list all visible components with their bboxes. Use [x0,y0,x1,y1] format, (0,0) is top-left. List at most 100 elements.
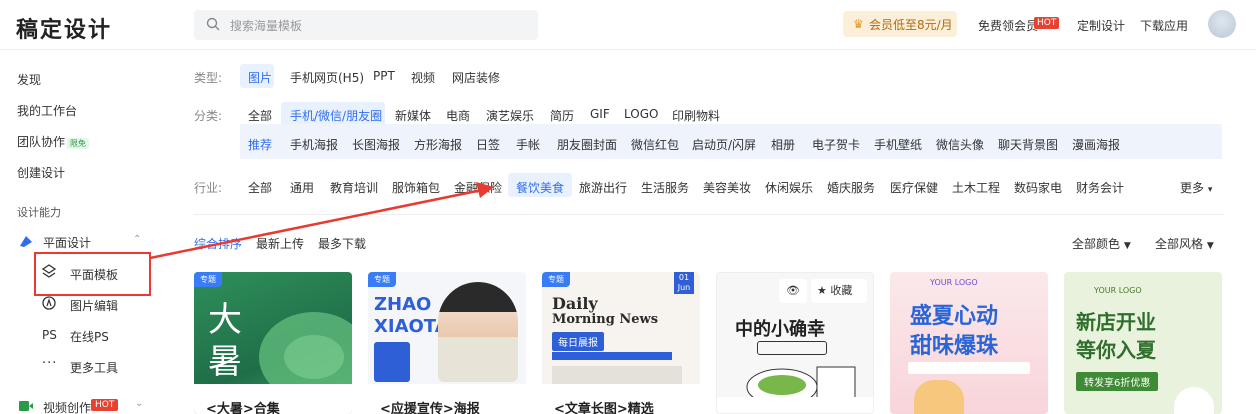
search-bar[interactable]: 搜索海量模板 [194,10,538,40]
sort-option[interactable]: 最多下载 [318,235,366,252]
vip-promo-button[interactable]: ♛ 会员低至8元/月 [843,11,957,37]
subcategory-item[interactable]: 手机壁纸 [874,136,922,153]
category-item[interactable]: 全部 [248,107,272,124]
industry-item[interactable]: 美容美妆 [703,179,751,196]
category-item[interactable]: 简历 [550,107,574,124]
chevron-up-icon[interactable]: ⌃ [133,234,141,245]
industry-item[interactable]: 服饰箱包 [392,179,440,196]
sidebar-item-team[interactable]: 团队协作 [17,133,65,150]
category-item[interactable]: 印刷物料 [672,107,720,124]
template-card[interactable]: YOUR LOGO 新店开业 等你入夏 转发享6折优惠 [1064,272,1222,414]
sort-option[interactable]: 最新上传 [256,235,304,252]
industry-item[interactable]: 婚庆服务 [827,179,875,196]
card-label-box [757,341,827,355]
hot-badge: HOT [1034,17,1060,29]
user-avatar[interactable] [1208,10,1236,38]
industry-item[interactable]: 旅游出行 [579,179,627,196]
search-placeholder: 搜索海量模板 [230,19,303,33]
caret-down-icon: ▼ [1206,241,1214,251]
preview-button[interactable]: 👁 [779,279,807,303]
sidebar-item-discover[interactable]: 发现 [17,71,41,88]
card-caption[interactable]: <文章长图>精选 [554,398,654,414]
sidebar-item-graphic-design[interactable]: 平面设计 [43,234,91,251]
industry-item[interactable]: 休闲娱乐 [765,179,813,196]
category-item[interactable]: GIF [590,107,610,121]
subcategory-item[interactable]: 聊天背景图 [998,136,1058,153]
subcategory-item[interactable]: 启动页/闪屏 [692,136,756,153]
industry-item[interactable]: 金融保险 [454,179,502,196]
type-item[interactable]: 手机网页(H5) [290,69,364,86]
industry-item[interactable]: 餐饮美食 [516,179,564,196]
favorite-button[interactable]: ★ 收藏 [811,279,867,303]
industry-more-button[interactable]: 更多 ▾ [1180,179,1212,196]
template-card[interactable]: 专题 大 暑 [194,272,352,414]
free-vip-link[interactable]: 免费领会员 [978,17,1038,34]
video-hot-badge: HOT [91,399,119,411]
subcategory-item[interactable]: 长图海报 [352,136,400,153]
template-card[interactable]: YOUR LOGO 盛夏心动 甜味爆珠 [890,272,1048,414]
sidebar-item-workspace[interactable]: 我的工作台 [17,102,77,119]
category-item[interactable]: LOGO [624,107,658,121]
template-card[interactable]: 👁 ★ 收藏 中的小确幸 [716,272,874,414]
category-item[interactable]: 手机/微信/朋友圈 [290,107,382,124]
card-subtitle-bar [908,362,1030,374]
template-card[interactable]: 专题 01 Jun Daily Morning News 每日晨报 [542,272,700,414]
custom-design-link[interactable]: 定制设计 [1077,17,1125,34]
style-filter-dropdown[interactable]: 全部风格 ▼ [1155,235,1214,252]
free-badge: 限免 [67,138,89,149]
subcategory-item[interactable]: 朋友圈封面 [557,136,617,153]
card-caption[interactable]: <应援宣传>海报 [380,398,480,414]
sidebar-sub-more-tools[interactable]: 更多工具 [70,359,118,376]
card-logo-text: YOUR LOGO [930,278,978,287]
color-filter-dropdown[interactable]: 全部颜色 ▼ [1072,235,1131,252]
card-big-char: 暑 [208,342,242,382]
topic-tag: 专题 [368,272,396,287]
chevron-down-icon[interactable]: ⌄ [135,398,143,409]
type-item[interactable]: 网店装修 [452,69,500,86]
sort-option[interactable]: 综合排序 [194,235,242,252]
subcategory-item[interactable]: 方形海报 [414,136,462,153]
color-filter-label: 全部颜色 [1072,237,1121,251]
card-drink-graphic [1174,387,1214,414]
category-label: 分类: [194,109,223,123]
card-title-line: ZHAO [374,294,432,315]
industry-item[interactable]: 数码家电 [1014,179,1062,196]
more-icon: ··· [42,356,58,371]
card-caption[interactable]: <大暑>合集 [206,398,280,414]
industry-item[interactable]: 医疗保健 [890,179,938,196]
card-logo-text: YOUR LOGO [1094,286,1142,295]
industry-item[interactable]: 财务会计 [1076,179,1124,196]
card-label: 每日晨报 [552,332,604,351]
site-logo[interactable]: 稿定设计 [16,12,112,44]
category-item[interactable]: 演艺娱乐 [486,107,534,124]
industry-item[interactable]: 土木工程 [952,179,1000,196]
industry-item[interactable]: 生活服务 [641,179,689,196]
type-item[interactable]: 图片 [248,69,272,86]
subcategory-item[interactable]: 推荐 [248,136,272,153]
card-caption-bg [717,397,873,413]
subcategory-item[interactable]: 日签 [476,136,500,153]
sidebar-sub-online-ps[interactable]: 在线PS [70,328,109,345]
industry-item[interactable]: 通用 [290,179,314,196]
sidebar-item-create[interactable]: 创建设计 [17,164,65,181]
industry-item[interactable]: 全部 [248,179,272,196]
sidebar-sub-image-edit[interactable]: 图片编辑 [70,297,118,314]
download-app-link[interactable]: 下载应用 [1140,17,1188,34]
favorite-label: 收藏 [830,284,853,297]
category-item[interactable]: 电商 [446,107,470,124]
subcategory-item[interactable]: 相册 [771,136,795,153]
subcategory-item[interactable]: 手机海报 [290,136,338,153]
eye-icon: 👁 [786,284,800,297]
subcategory-item[interactable]: 电子贺卡 [812,136,860,153]
type-item[interactable]: PPT [373,69,395,83]
template-card[interactable]: 专题 ZHAO XIAOTA [368,272,526,414]
subcategory-item[interactable]: 微信头像 [936,136,984,153]
subcategory-item[interactable]: 微信红包 [631,136,679,153]
card-title-line: 中的小确幸 [735,319,825,340]
sidebar-item-video[interactable]: 视频创作 [43,399,91,414]
subcategory-item[interactable]: 漫画海报 [1072,136,1120,153]
industry-item[interactable]: 教育培训 [330,179,378,196]
category-item[interactable]: 新媒体 [395,107,431,124]
subcategory-item[interactable]: 手帐 [516,136,540,153]
type-item[interactable]: 视频 [411,69,435,86]
